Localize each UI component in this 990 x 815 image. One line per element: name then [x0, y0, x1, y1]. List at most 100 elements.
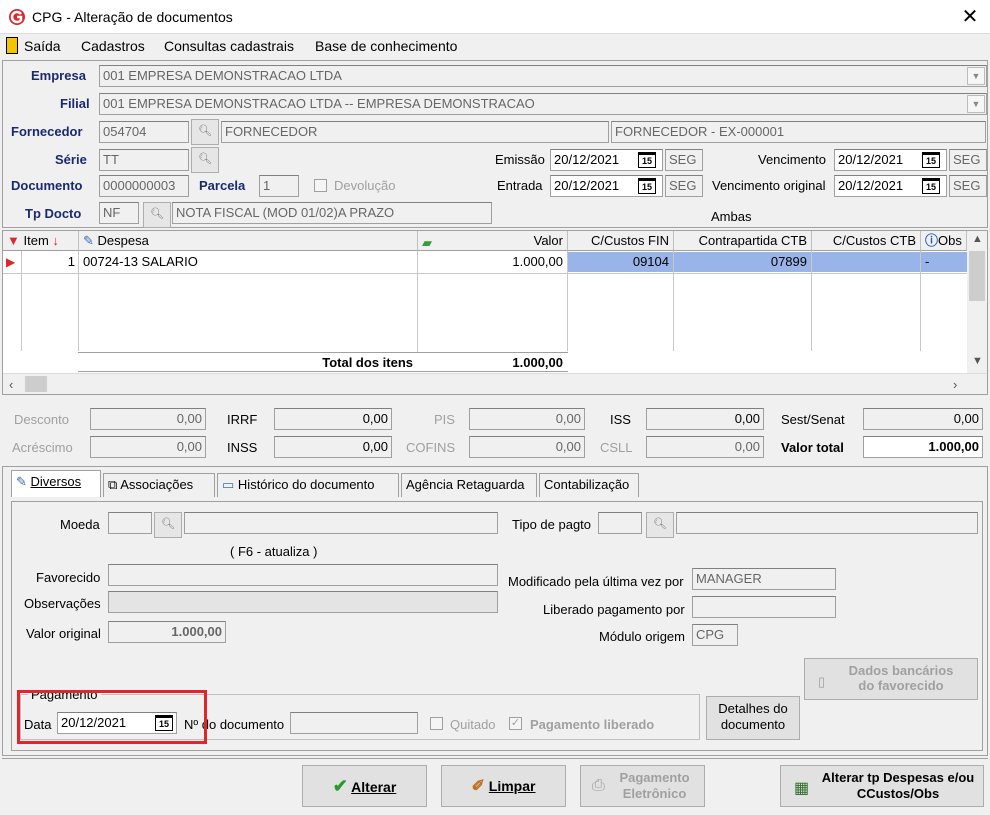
col-ccctb[interactable]: C/Custos CTB — [812, 231, 921, 251]
tipopagto-code-field[interactable] — [598, 512, 642, 534]
broom-icon: ✐ — [471, 778, 485, 795]
inss-field[interactable]: 0,00 — [274, 436, 392, 458]
filial-dropdown-icon[interactable]: ▼ — [967, 95, 985, 113]
filial-label: Filial — [60, 96, 90, 111]
horizontal-scrollbar[interactable]: ‹ › — [3, 373, 987, 394]
tab-diversos[interactable]: ✎ Diversos — [11, 470, 101, 497]
fornecedor-ext-field[interactable]: FORNECEDOR - EX-000001 — [611, 121, 986, 143]
row-obs: - — [921, 252, 967, 272]
f6-label[interactable]: ( F6 - atualiza ) — [230, 544, 317, 559]
acrescimo-field[interactable]: 0,00 — [90, 436, 206, 458]
sest-field[interactable]: 0,00 — [863, 408, 983, 430]
col-despesa[interactable]: ✎ Despesa — [79, 231, 418, 251]
row-ccfin: 09104 — [568, 252, 673, 272]
tpdocto-code-field[interactable]: NF — [99, 202, 139, 224]
app-logo-icon — [9, 9, 25, 25]
csll-label: CSLL — [600, 440, 633, 455]
tab-contabilizacao[interactable]: Contabilização — [539, 473, 639, 497]
emissao-calendar-icon[interactable]: 15 — [638, 152, 656, 168]
fornecedor-name-field[interactable]: FORNECEDOR — [221, 121, 609, 143]
filial-field[interactable]: 001 EMPRESA DEMONSTRACAO LTDA -- EMPRESA… — [99, 93, 987, 115]
total-label: Total dos itens — [322, 355, 413, 370]
tipopagto-desc-field[interactable] — [676, 512, 978, 534]
devolucao-checkbox[interactable] — [314, 179, 327, 192]
scroll-thumb[interactable] — [969, 251, 985, 301]
parcela-field[interactable]: 1 — [259, 175, 299, 197]
tab-associacoes[interactable]: ⧉ Associações — [103, 473, 215, 497]
quitado-checkbox[interactable] — [430, 717, 443, 730]
parcela-label: Parcela — [199, 178, 246, 193]
favorecido-field[interactable] — [108, 564, 498, 586]
emissao-dow: SEG — [665, 149, 703, 171]
menu-consultas-cadastrais[interactable]: Consultas cadastrais — [164, 38, 294, 54]
tab-agencia[interactable]: Agência Retaguarda — [401, 473, 537, 497]
hscroll-thumb[interactable] — [25, 376, 47, 392]
vertical-scrollbar[interactable]: ▲ ▼ — [967, 231, 987, 373]
tab-historico[interactable]: ▭ Histórico do documento — [217, 473, 399, 497]
row-despesa: 00724-13 SALARIO — [83, 254, 198, 269]
modulo-label: Módulo origem — [599, 629, 685, 644]
modificado-label: Modificado pela última vez por — [508, 574, 684, 589]
tpdocto-desc-field[interactable]: NOTA FISCAL (MOD 01/02)A PRAZO — [172, 202, 492, 224]
empresa-dropdown-icon[interactable]: ▼ — [967, 67, 985, 85]
tpdocto-search-icon[interactable]: 🔍︎ — [143, 202, 171, 228]
emissao-label: Emissão — [495, 152, 545, 167]
col-contrapartida[interactable]: Contrapartida CTB — [674, 231, 812, 251]
serie-search-icon[interactable]: 🔍︎ — [191, 147, 219, 173]
detalhes-documento-button[interactable]: Detalhes do documento — [706, 696, 800, 740]
menu-cadastros[interactable]: Cadastros — [81, 38, 145, 54]
scroll-right-icon[interactable]: › — [953, 377, 957, 392]
pagliberado-checkbox[interactable]: ✓ — [509, 717, 522, 730]
scroll-up-icon[interactable]: ▲ — [972, 233, 983, 245]
pis-field[interactable]: 0,00 — [469, 408, 585, 430]
valortotal-field[interactable]: 1.000,00 — [863, 436, 983, 458]
despesa-col-icon: ✎ — [83, 233, 94, 248]
close-button[interactable]: ✕ — [955, 4, 985, 30]
total-value: 1.000,00 — [512, 355, 563, 370]
fornecedor-search-icon[interactable]: 🔍︎ — [191, 119, 219, 145]
venc-orig-calendar-icon[interactable]: 15 — [922, 178, 940, 194]
row-indicator-icon: ▶ — [6, 255, 16, 269]
empresa-field[interactable]: 001 EMPRESA DEMONSTRACAO LTDA — [99, 65, 987, 87]
documento-label: Documento — [11, 178, 83, 193]
tab-associacoes-label: Associações — [120, 477, 194, 492]
serie-field[interactable]: TT — [99, 149, 189, 171]
quitado-label: Quitado — [450, 717, 496, 732]
iss-field[interactable]: 0,00 — [646, 408, 764, 430]
dados-bancarios-button[interactable]: Dados bancários do favorecido — [804, 658, 978, 700]
observacoes-field[interactable] — [108, 591, 498, 613]
moeda-search-icon[interactable]: 🔍︎ — [154, 512, 182, 538]
col-despesa-label: Despesa — [97, 233, 149, 248]
ndoc-field[interactable] — [290, 712, 418, 734]
documento-field[interactable]: 0000000003 — [99, 175, 189, 197]
limpar-button[interactable]: ✐ Limpar — [441, 765, 566, 807]
highlight-box — [17, 690, 207, 744]
valororiginal-field: 1.000,00 — [108, 621, 226, 643]
vencimento-calendar-icon[interactable]: 15 — [922, 152, 940, 168]
moeda-code-field[interactable] — [108, 512, 152, 534]
menu-saida[interactable]: Saída — [24, 38, 61, 54]
scroll-down-icon[interactable]: ▼ — [972, 355, 983, 367]
table-row[interactable]: ▶ 1 00724-13 SALARIO 1.000,00 09104 0789… — [3, 252, 967, 274]
cofins-field[interactable]: 0,00 — [469, 436, 585, 458]
tipopagto-search-icon[interactable]: 🔍︎ — [646, 512, 674, 538]
window-title: CPG - Alteração de documentos — [32, 9, 233, 25]
alterar-tp-despesas-button[interactable]: Alterar tp Despesas e/ou CCustos/Obs — [780, 765, 984, 807]
col-ccfin[interactable]: C/Custos FIN — [568, 231, 674, 251]
tpdocto-label: Tp Docto — [25, 206, 82, 221]
alterar-button[interactable]: ✔ Alterar — [302, 765, 427, 807]
moeda-desc-field[interactable] — [184, 512, 498, 534]
col-valor[interactable]: ▰ Valor — [418, 231, 568, 251]
scroll-left-icon[interactable]: ‹ — [9, 377, 13, 392]
row-ccctb — [812, 252, 920, 272]
irrf-field[interactable]: 0,00 — [274, 408, 392, 430]
check-icon: ✔ — [332, 776, 348, 796]
menu-base-conhecimento[interactable]: Base de conhecimento — [315, 38, 457, 54]
desconto-field[interactable]: 0,00 — [90, 408, 206, 430]
entrada-calendar-icon[interactable]: 15 — [638, 178, 656, 194]
csll-field[interactable]: 0,00 — [646, 436, 764, 458]
row-contrapartida: 07899 — [674, 252, 811, 272]
col-item[interactable]: ▼ Item ↓ — [3, 231, 79, 251]
fornecedor-code-field[interactable]: 054704 — [99, 121, 189, 143]
col-obs[interactable]: ⓘObs — [921, 231, 967, 251]
